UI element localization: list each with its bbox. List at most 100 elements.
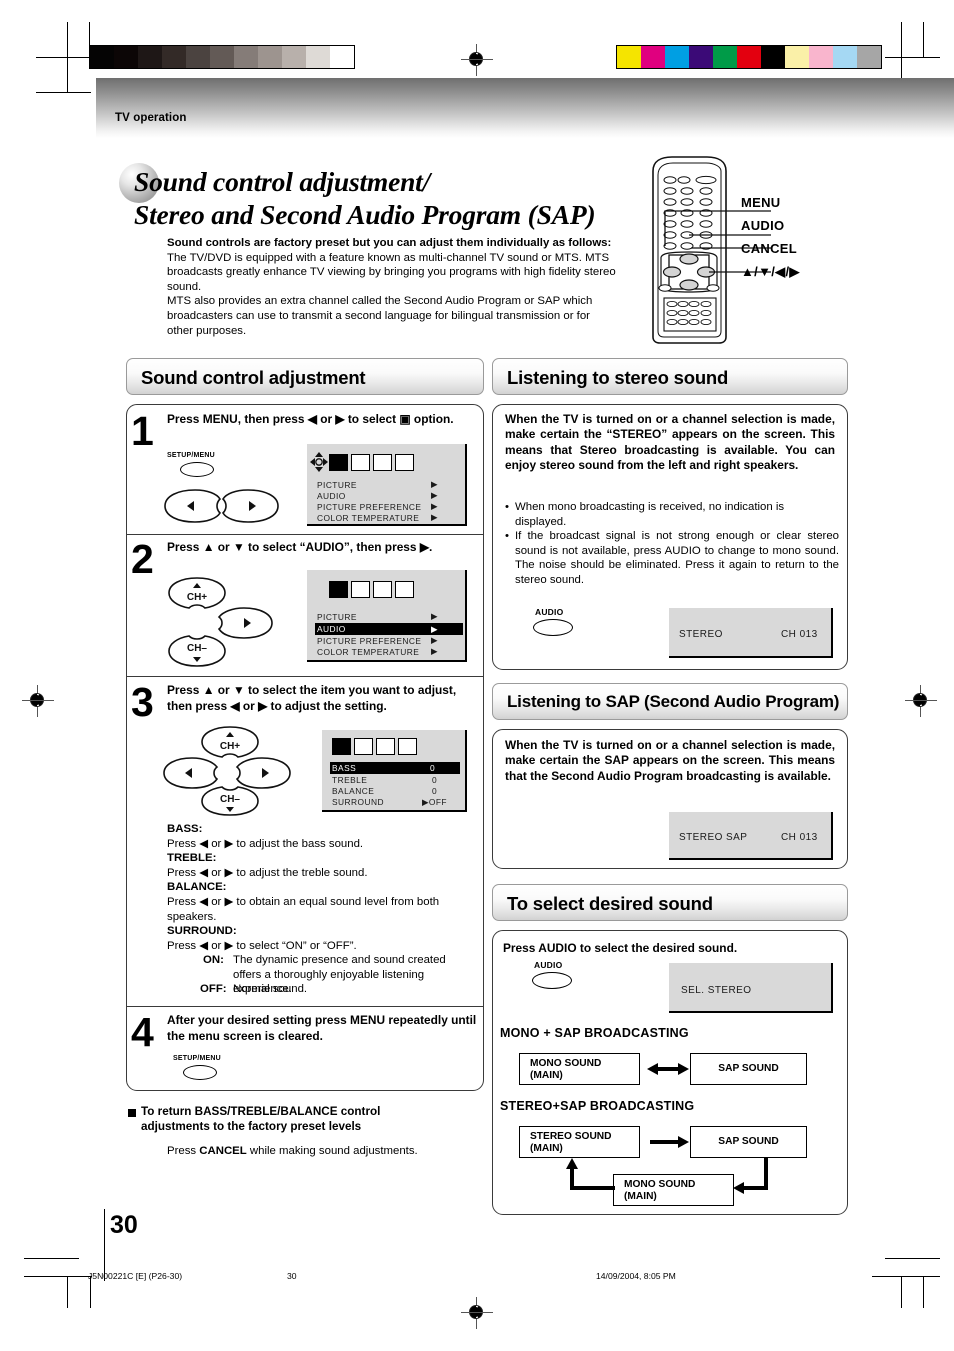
crop-mark-br-h xyxy=(885,1258,940,1260)
setup-menu-key-2[interactable] xyxy=(183,1065,217,1080)
gray-swatch-0 xyxy=(90,46,114,68)
osd-row-value: 0 xyxy=(432,786,438,796)
flow-path-left-horz xyxy=(570,1186,615,1190)
stereo-bullet-1-text: When mono broadcasting is received, no i… xyxy=(515,501,785,528)
section-header-sound-control: Sound control adjustment xyxy=(126,358,484,395)
osd-icon-caption xyxy=(398,738,417,755)
flow-arrow2-head xyxy=(678,1136,689,1148)
step-1-number: 1 xyxy=(131,408,154,454)
step-1-arrow-keys[interactable] xyxy=(162,487,282,525)
page-title-line2: Stereo and Second Audio Program (SAP) xyxy=(134,199,596,230)
surround-off-desc: Normal sound. xyxy=(233,983,308,995)
osd-stereo-channel: CH 013 xyxy=(781,629,818,640)
adjust-item-desc: Press ◀ or ▶ to adjust the treble sound. xyxy=(167,866,368,879)
flow-box-line1: STEREO SOUND xyxy=(530,1131,612,1142)
step-3-dpad-keys[interactable]: CH+ CH– xyxy=(162,725,292,817)
osd-sap-label: STEREO SAP xyxy=(679,832,748,843)
section-header-sound-control-label: Sound control adjustment xyxy=(141,367,366,388)
osd-row-label: PICTURE PREFERENCE xyxy=(317,502,422,512)
flow-box-sap-1: SAP SOUND xyxy=(690,1053,807,1085)
osd-row-arrow: ▶ xyxy=(431,635,438,645)
osd-screen-stereo: STEREO CH 013 xyxy=(669,608,833,658)
audio-key-2[interactable] xyxy=(532,972,572,989)
flow-arrow-bidir-line xyxy=(656,1067,680,1071)
flow-box-line1: SAP SOUND xyxy=(718,1063,779,1074)
flow-path-left-vert xyxy=(570,1168,574,1188)
step-divider-1 xyxy=(127,534,483,536)
audio-key-1[interactable] xyxy=(533,619,573,636)
osd-row-label: COLOR TEMPERATURE xyxy=(317,647,420,657)
adjust-items-list: BASS: Press ◀ or ▶ to adjust the bass so… xyxy=(167,822,479,953)
intro-paragraph-1: The TV/DVD is equipped with a feature kn… xyxy=(167,251,616,293)
gray-swatch-9 xyxy=(306,46,330,68)
step-2-number: 2 xyxy=(131,536,154,582)
flow-path-right-horz xyxy=(744,1186,768,1190)
crop-mark-bl-h2 xyxy=(24,1276,92,1278)
gray-swatch-2 xyxy=(138,46,162,68)
flow-box-line2: (MAIN) xyxy=(530,1143,563,1155)
surround-on-label: ON: xyxy=(203,954,224,966)
gray-swatch-7 xyxy=(258,46,282,68)
osd-row-label: PICTURE PREFERENCE xyxy=(317,636,422,646)
osd-row-label: PICTURE xyxy=(317,480,357,490)
step-3-number: 3 xyxy=(131,679,154,725)
osd-row-value: 0 xyxy=(432,775,438,785)
sap-lead-text: When the TV is turned on or a channel se… xyxy=(505,738,835,783)
gray-swatch-3 xyxy=(162,46,186,68)
osd-row-arrow: ▶ xyxy=(431,512,438,522)
color-swatch-5 xyxy=(737,46,761,68)
osd-screen-sap: STEREO SAP CH 013 xyxy=(669,812,833,860)
adjust-item-name: BALANCE: xyxy=(167,881,227,894)
adjust-item-desc: Press ◀ or ▶ to adjust the bass sound. xyxy=(167,837,364,850)
stereo-audio-key-label: AUDIO xyxy=(535,607,564,617)
stereo-lead-text: When the TV is turned on or a channel se… xyxy=(505,412,835,473)
gray-swatch-8 xyxy=(282,46,306,68)
adjust-item-desc: Press ◀ or ▶ to select “ON” or “OFF”. xyxy=(167,939,357,952)
callout-cancel: CANCEL xyxy=(741,241,797,256)
color-swatch-9 xyxy=(833,46,857,68)
page-number: 30 xyxy=(110,1211,138,1239)
mode-2-title: STEREO+SAP BROADCASTING xyxy=(500,1099,695,1113)
step-2-text: Press ▲ or ▼ to select “AUDIO”, then pre… xyxy=(167,540,433,554)
flow-box-line2: (MAIN) xyxy=(530,1070,563,1082)
osd-row-label: PICTURE xyxy=(317,612,357,622)
osd-row-arrow: ▶ xyxy=(431,611,438,621)
osd-row-arrow: ▶ xyxy=(431,479,438,489)
crop-mark-tl-h xyxy=(36,57,91,59)
color-swatch-3 xyxy=(689,46,713,68)
flow-box-mono-main: MONO SOUND (MAIN) xyxy=(519,1053,640,1085)
adjust-item-name: BASS: xyxy=(167,823,203,835)
gray-swatch-6 xyxy=(234,46,258,68)
note-body-post: while making sound adjustments. xyxy=(246,1145,418,1157)
step-4-key-label: SETUP/MENU xyxy=(173,1055,221,1062)
crop-mark-tr-v2 xyxy=(923,22,925,58)
callout-arrow-keys: ▲/▼/◀/▶ xyxy=(741,264,800,279)
step-2-ch-down-key[interactable]: CH– xyxy=(167,632,227,668)
gray-swatch-4 xyxy=(186,46,210,68)
osd-row-value: 0 xyxy=(430,763,436,773)
adjust-item-name: SURROUND: xyxy=(167,925,237,938)
note-bullet-square xyxy=(128,1109,136,1117)
page-title: Sound control adjustment/ Stereo and Sec… xyxy=(134,165,654,231)
note-body-pre: Press xyxy=(167,1145,200,1157)
gray-swatch-1 xyxy=(114,46,138,68)
osd-stereo-label: STEREO xyxy=(679,629,723,640)
color-swatch-10 xyxy=(857,46,881,68)
osd-row-label: BALANCE xyxy=(332,786,375,796)
adjust-item-desc: Press ◀ or ▶ to obtain an equal sound le… xyxy=(167,895,440,923)
setup-menu-key-1[interactable] xyxy=(180,462,214,477)
surround-off-label: OFF: xyxy=(200,983,227,995)
osd-icon-picture xyxy=(329,454,348,471)
section-header-sap: Listening to SAP (Second Audio Program) xyxy=(492,683,848,720)
color-swatch-7 xyxy=(785,46,809,68)
note-heading: To return BASS/TREBLE/BALANCE control ad… xyxy=(141,1105,381,1133)
flow-arrow-left-head xyxy=(647,1063,658,1075)
running-head-band: TV operation xyxy=(96,78,954,138)
section-header-select-sound: To select desired sound xyxy=(492,884,848,921)
surround-off-row: OFF: Normal sound. xyxy=(200,982,478,997)
section-header-select-sound-label: To select desired sound xyxy=(507,893,713,914)
osd-icon-row-3 xyxy=(332,738,417,755)
osd-icon-lock xyxy=(373,581,392,598)
intro-block: Sound controls are factory preset but yo… xyxy=(167,236,617,338)
step-3-text: Press ▲ or ▼ to select the item you want… xyxy=(167,683,457,713)
